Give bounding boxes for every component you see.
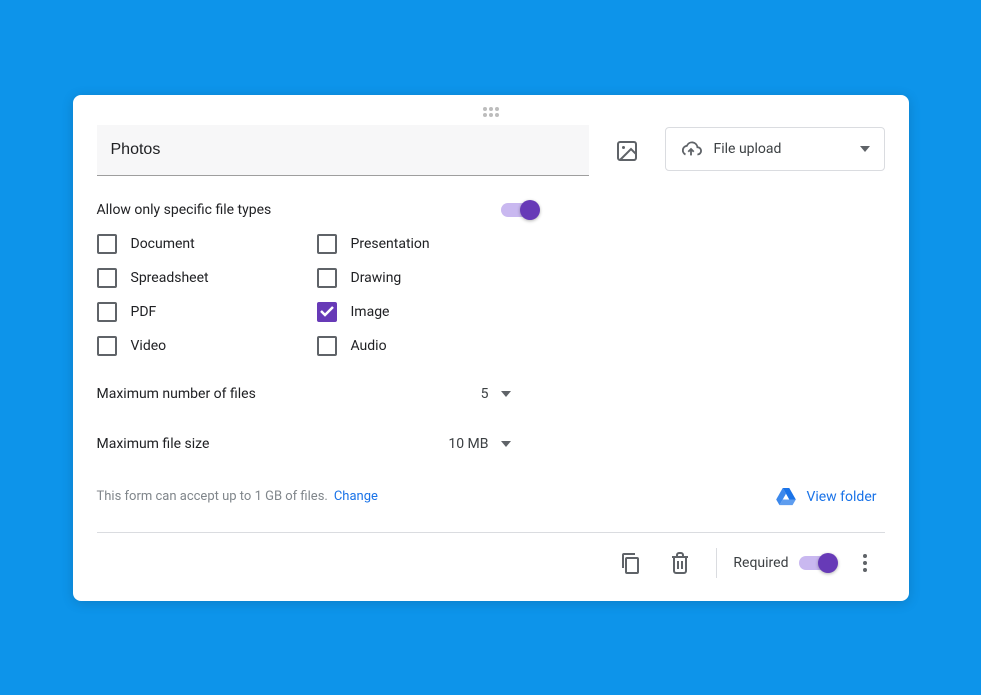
capacity-change-link[interactable]: Change <box>334 489 378 504</box>
allow-specific-toggle[interactable] <box>501 203 537 217</box>
allow-specific-label: Allow only specific file types <box>97 202 272 218</box>
max-size-value: 10 MB <box>448 436 488 452</box>
required-toggle[interactable] <box>799 556 835 570</box>
add-image-button[interactable] <box>607 131 647 171</box>
filetype-option[interactable]: Drawing <box>317 268 527 288</box>
filetype-option[interactable]: Image <box>317 302 527 322</box>
filetype-label: Drawing <box>351 270 402 286</box>
divider <box>97 532 885 533</box>
checkbox-icon <box>317 302 337 322</box>
required-label: Required <box>733 555 788 571</box>
filetype-option[interactable]: Spreadsheet <box>97 268 307 288</box>
checkbox-icon <box>97 336 117 356</box>
max-files-label: Maximum number of files <box>97 386 475 402</box>
question-card: File upload Allow only specific file typ… <box>73 95 909 601</box>
duplicate-button[interactable] <box>610 543 650 583</box>
max-files-value: 5 <box>481 386 489 402</box>
filetype-option[interactable]: PDF <box>97 302 307 322</box>
max-size-label: Maximum file size <box>97 436 443 452</box>
more-vertical-icon <box>863 554 867 572</box>
dropdown-arrow-icon <box>860 146 870 152</box>
filetype-option[interactable]: Document <box>97 234 307 254</box>
filetype-label: Audio <box>351 338 387 354</box>
filetype-option[interactable]: Audio <box>317 336 527 356</box>
dropdown-arrow-icon <box>501 441 511 447</box>
filetype-label: Spreadsheet <box>131 270 209 286</box>
view-folder-link[interactable]: View folder <box>768 484 884 510</box>
delete-button[interactable] <box>660 543 700 583</box>
filetype-label: Document <box>131 236 195 252</box>
question-type-label: File upload <box>714 141 782 157</box>
dropdown-arrow-icon <box>501 391 511 397</box>
drag-handle-icon[interactable] <box>97 105 885 125</box>
checkbox-icon <box>97 268 117 288</box>
trash-icon <box>671 552 689 574</box>
checkbox-icon <box>317 268 337 288</box>
cloud-upload-icon <box>680 138 702 160</box>
divider <box>716 548 717 578</box>
filetype-option[interactable]: Presentation <box>317 234 527 254</box>
filetype-label: Video <box>131 338 167 354</box>
filetype-grid: Document Presentation Spreadsheet Drawing PD… <box>97 234 885 356</box>
checkbox-icon <box>97 234 117 254</box>
checkbox-icon <box>97 302 117 322</box>
checkbox-icon <box>317 336 337 356</box>
copy-icon <box>620 552 640 574</box>
filetype-label: Image <box>351 304 390 320</box>
question-title-input[interactable] <box>97 125 589 176</box>
filetype-label: Presentation <box>351 236 430 252</box>
more-options-button[interactable] <box>845 543 885 583</box>
drive-icon <box>776 488 796 506</box>
checkbox-icon <box>317 234 337 254</box>
image-icon <box>615 139 639 163</box>
filetype-option[interactable]: Video <box>97 336 307 356</box>
question-type-dropdown[interactable]: File upload <box>665 127 885 171</box>
filetype-label: PDF <box>131 304 157 320</box>
max-files-select[interactable]: 5 <box>475 382 517 406</box>
capacity-text: This form can accept up to 1 GB of files… <box>97 489 328 504</box>
view-folder-label: View folder <box>806 489 876 505</box>
max-size-select[interactable]: 10 MB <box>442 432 516 456</box>
